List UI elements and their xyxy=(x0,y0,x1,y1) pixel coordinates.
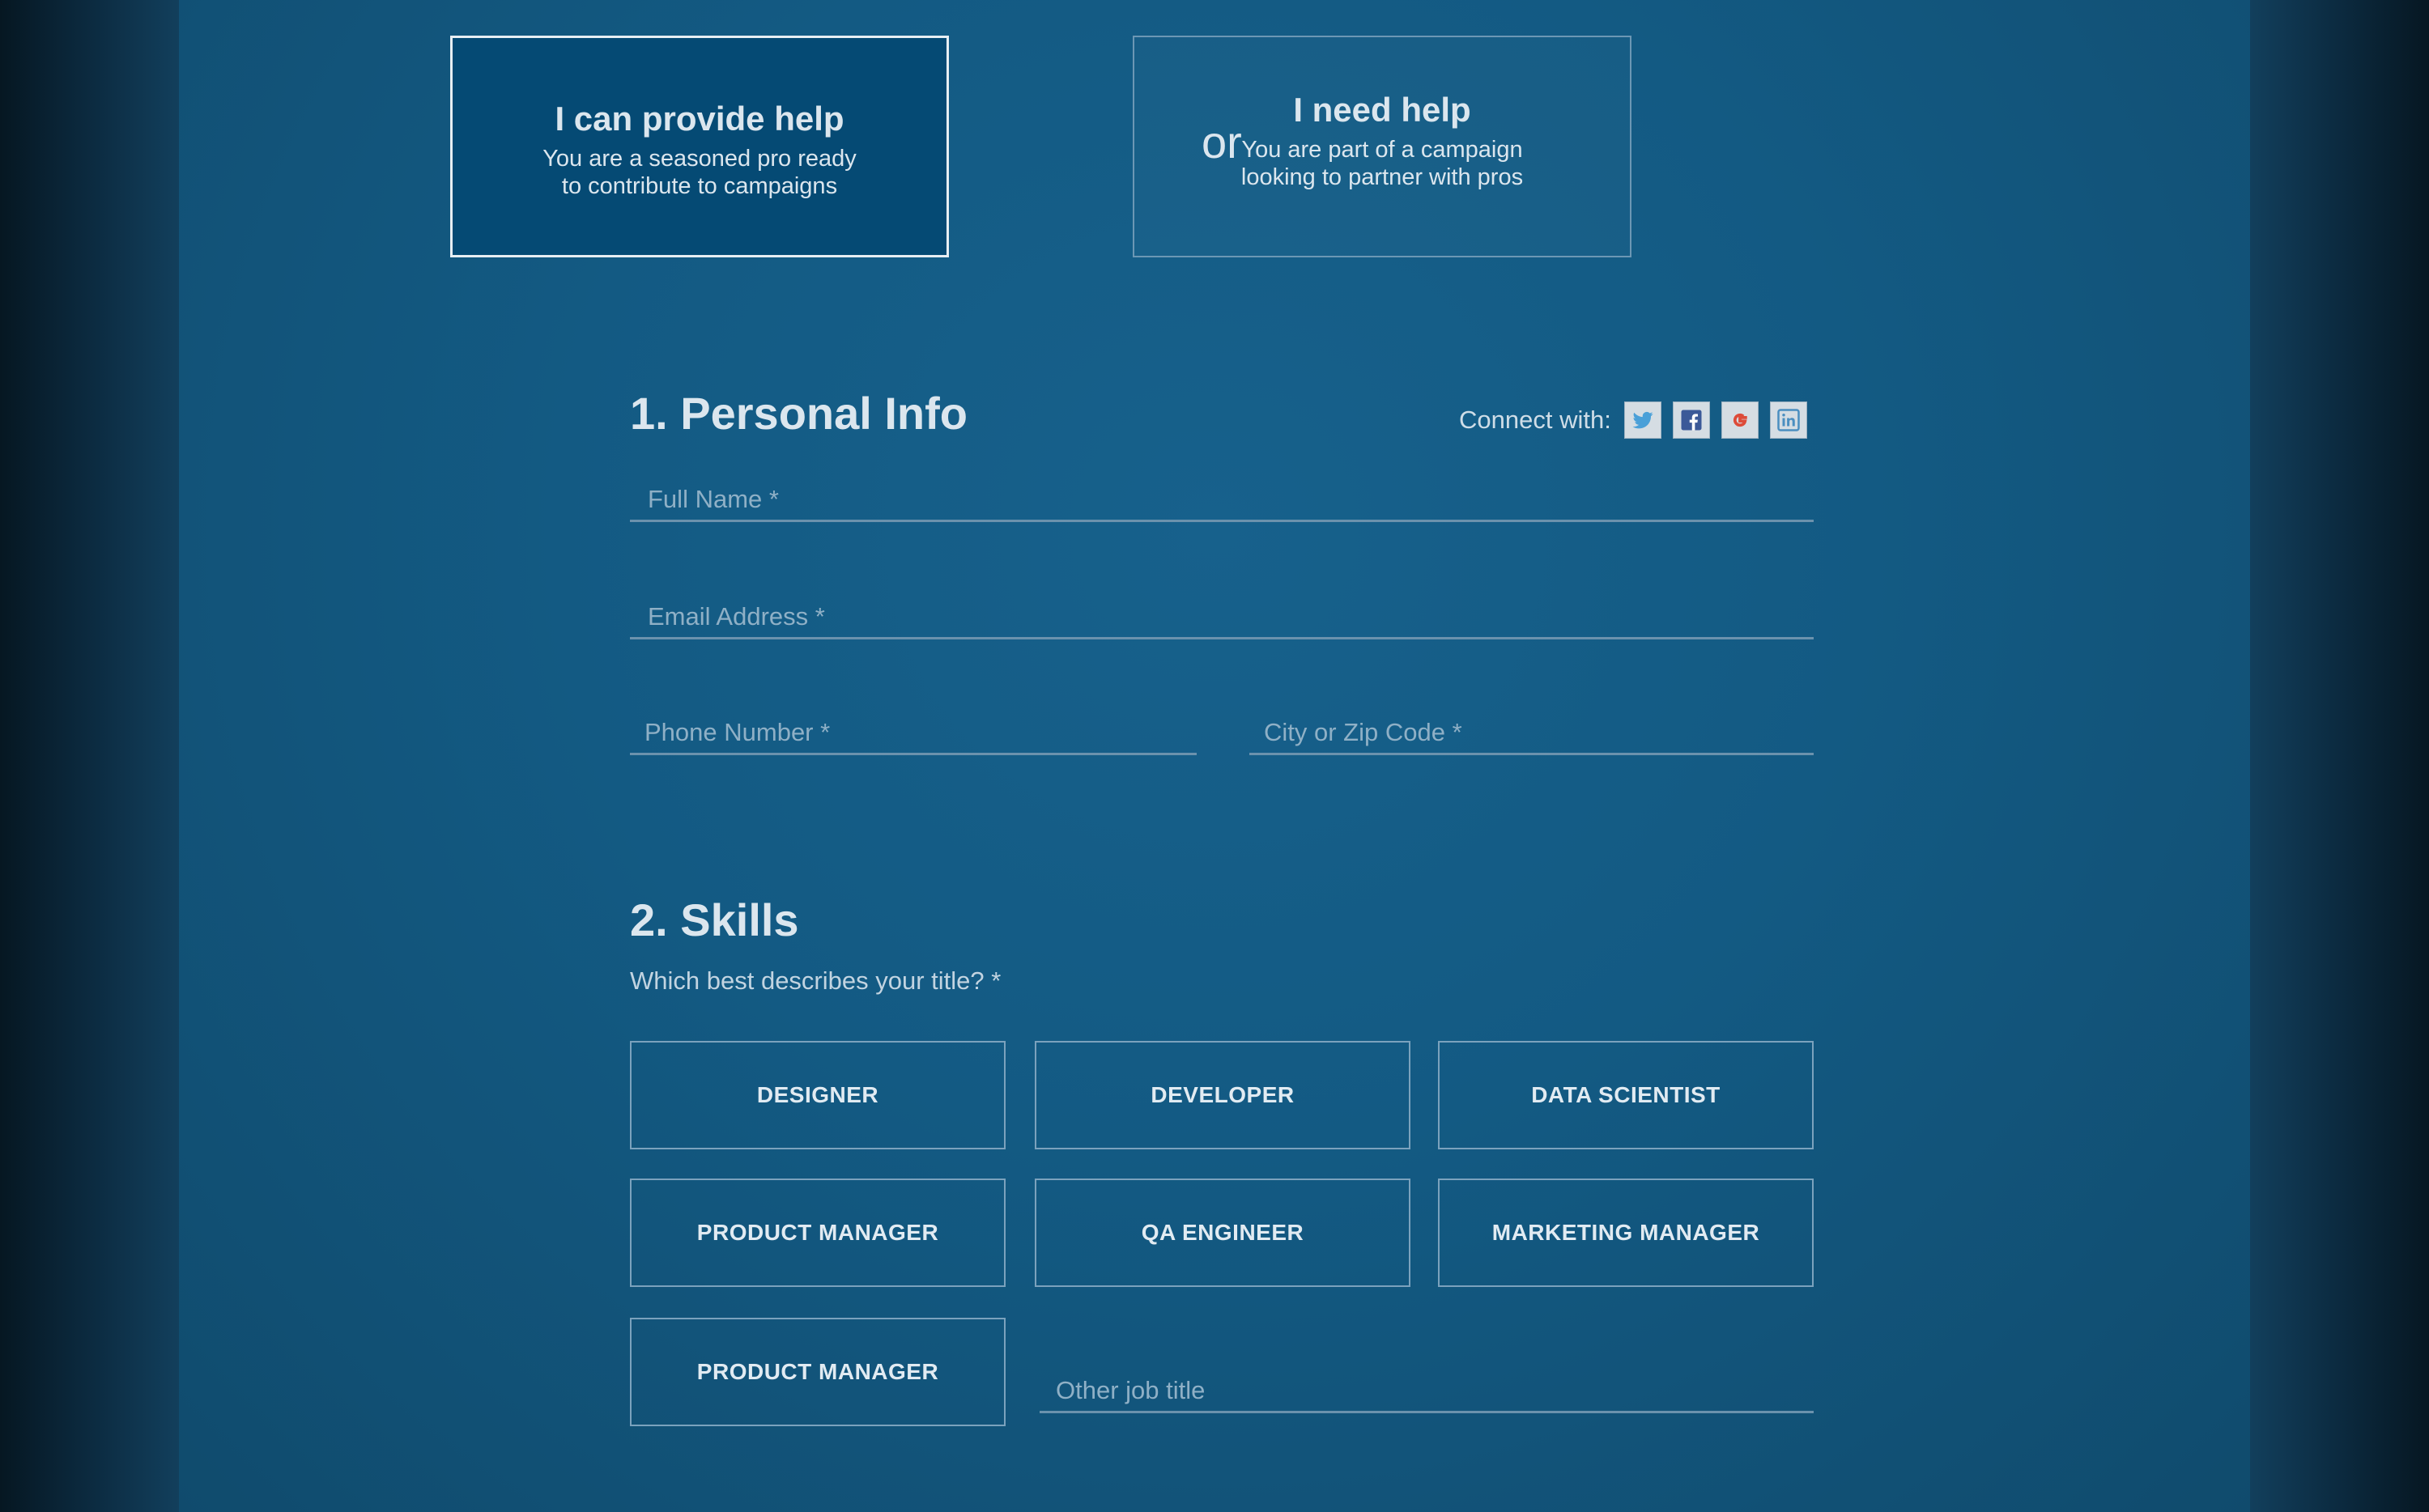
linkedin-icon[interactable] xyxy=(1769,401,1807,439)
need-help-description: You are part of a campaign looking to pa… xyxy=(1192,136,1572,191)
need-help-title: I need help xyxy=(1293,91,1471,129)
provide-help-desc-line: You are a seasoned pro ready xyxy=(542,146,857,172)
connect-label: Connect with: xyxy=(1459,406,1611,434)
personal-info-heading: 1. Personal Info xyxy=(630,388,968,439)
full-name-input[interactable] xyxy=(630,479,1814,520)
phone-input[interactable] xyxy=(630,712,1197,753)
job-option-marketing-manager[interactable]: MARKETING MANAGER xyxy=(1438,1179,1814,1287)
job-option-developer[interactable]: DEVELOPER xyxy=(1035,1041,1410,1149)
other-job-title-field xyxy=(1040,1370,1814,1413)
job-option-qa-engineer[interactable]: QA ENGINEER xyxy=(1035,1179,1410,1287)
google-icon[interactable] xyxy=(1721,401,1759,439)
phone-field xyxy=(630,712,1197,755)
provide-help-description: You are a seasoned pro ready to contribu… xyxy=(509,145,890,200)
title-question: Which best describes your title? * xyxy=(630,966,1002,995)
need-help-option[interactable]: I need help You are part of a campaign l… xyxy=(1133,36,1631,257)
provide-help-desc-line: to contribute to campaigns xyxy=(561,173,838,199)
full-name-field xyxy=(630,479,1814,522)
twitter-icon[interactable] xyxy=(1623,401,1661,439)
job-option-product-manager[interactable]: PRODUCT MANAGER xyxy=(630,1179,1006,1287)
email-input[interactable] xyxy=(630,597,1814,637)
city-zip-field xyxy=(1249,712,1814,755)
job-option-product-manager-2[interactable]: PRODUCT MANAGER xyxy=(630,1318,1006,1426)
other-job-title-input[interactable] xyxy=(1040,1370,1814,1411)
email-field xyxy=(630,597,1814,639)
job-option-designer[interactable]: DESIGNER xyxy=(630,1041,1006,1149)
provide-help-option[interactable]: I can provide help You are a seasoned pr… xyxy=(450,36,949,257)
social-connect: Connect with: xyxy=(1459,401,1807,439)
city-zip-input[interactable] xyxy=(1249,712,1814,753)
need-help-desc-line: looking to partner with pros xyxy=(1240,164,1524,190)
facebook-icon[interactable] xyxy=(1672,401,1710,439)
job-option-data-scientist[interactable]: DATA SCIENTIST xyxy=(1438,1041,1814,1149)
need-help-desc-line: You are part of a campaign xyxy=(1241,137,1523,163)
provide-help-title: I can provide help xyxy=(555,100,844,138)
skills-heading: 2. Skills xyxy=(630,894,799,945)
